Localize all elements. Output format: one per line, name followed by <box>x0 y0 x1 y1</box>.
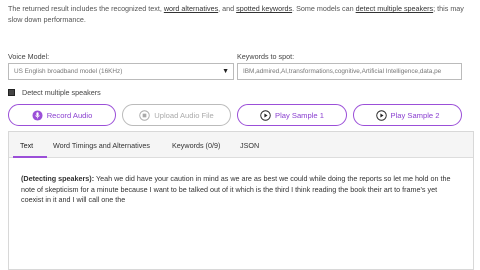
results-panel: Text Word Timings and Alternatives Keywo… <box>8 131 474 270</box>
intro-part: The returned result includes the recogni… <box>8 4 164 13</box>
upload-audio-label: Upload Audio File <box>154 110 214 120</box>
dropdown-arrow-icon: ▼ <box>222 68 229 75</box>
record-audio-button[interactable]: Record Audio <box>8 104 116 126</box>
intro-text: The returned result includes the recogni… <box>8 4 474 25</box>
tab-json[interactable]: JSON <box>240 141 259 150</box>
keywords-value: IBM,admired,AI,transformations,cognitive… <box>243 68 442 75</box>
transcript-text: (Detecting speakers): Yeah we did have y… <box>21 174 461 206</box>
play-sample-1-button[interactable]: Play Sample 1 <box>237 104 347 126</box>
tab-word-timings[interactable]: Word Timings and Alternatives <box>53 141 150 150</box>
record-audio-label: Record Audio <box>46 110 93 120</box>
play-sample-1-label: Play Sample 1 <box>275 110 324 120</box>
detect-speakers-link[interactable]: detect multiple speakers <box>356 4 434 13</box>
voice-model-select[interactable]: US English broadband model (16KHz) ▼ <box>8 63 234 80</box>
tab-text[interactable]: Text <box>20 141 33 150</box>
speaker-label: (Detecting speakers): <box>21 174 95 183</box>
tab-keywords[interactable]: Keywords (0/9) <box>172 141 220 150</box>
word-alternatives-link[interactable]: word alternatives <box>164 4 218 13</box>
voice-model-label: Voice Model: <box>8 52 50 61</box>
active-tab-indicator <box>13 156 47 158</box>
intro-part: , and <box>218 4 237 13</box>
keywords-input[interactable]: IBM,admired,AI,transformations,cognitive… <box>237 63 462 80</box>
keywords-label: Keywords to spot: <box>237 52 295 61</box>
stop-icon <box>139 109 150 121</box>
detect-speakers-checkbox[interactable] <box>8 89 15 96</box>
results-tabbar: Text Word Timings and Alternatives Keywo… <box>9 132 473 158</box>
play-sample-2-label: Play Sample 2 <box>390 110 440 120</box>
play-sample-2-button[interactable]: Play Sample 2 <box>353 104 462 126</box>
play-icon <box>260 109 271 121</box>
intro-part: . Some models can <box>292 4 356 13</box>
spotted-keywords-link[interactable]: spotted keywords <box>236 4 292 13</box>
detect-speakers-label: Detect multiple speakers <box>22 88 101 97</box>
microphone-icon <box>32 109 43 121</box>
play-icon <box>375 109 387 121</box>
upload-audio-button[interactable]: Upload Audio File <box>122 104 231 126</box>
voice-model-value: US English broadband model (16KHz) <box>14 68 123 75</box>
